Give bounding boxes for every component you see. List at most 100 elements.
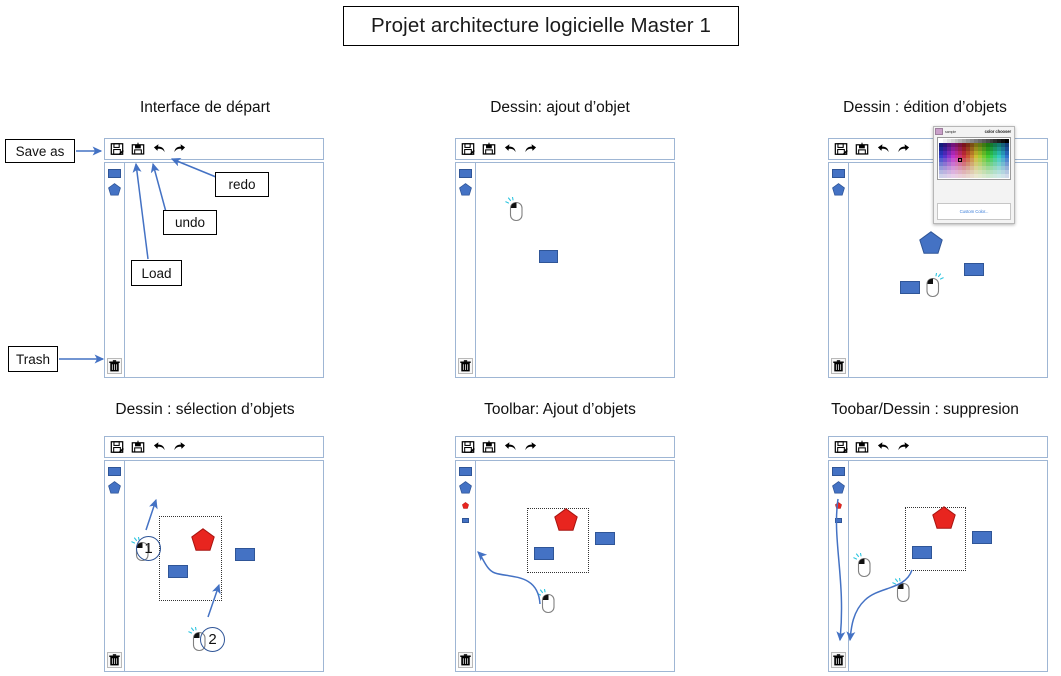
color-chooser-popup[interactable]: sample color chooser Custom Color... <box>933 126 1015 224</box>
trash-icon <box>109 654 120 666</box>
trash-icon <box>109 360 120 372</box>
load-icon[interactable] <box>481 439 497 455</box>
palette-pentagon-red-small[interactable] <box>462 502 469 509</box>
redo-icon[interactable] <box>172 439 188 455</box>
drawing-canvas[interactable] <box>848 460 1048 672</box>
canvas-rectangle[interactable] <box>964 263 984 276</box>
redo-icon[interactable] <box>896 141 912 157</box>
undo-icon[interactable] <box>151 141 167 157</box>
palette-rectangle[interactable] <box>459 467 472 476</box>
app-body <box>455 460 675 672</box>
callout-trash: Trash <box>8 346 58 372</box>
shape-toolbar[interactable] <box>455 460 475 672</box>
save-as-icon[interactable] <box>109 141 125 157</box>
canvas-rectangle[interactable] <box>235 548 255 561</box>
callout-redo: redo <box>215 172 269 197</box>
app-body <box>828 460 1048 672</box>
color-chooser-titlebar[interactable]: sample color chooser <box>934 127 1014 136</box>
palette-pentagon-red-small[interactable] <box>835 502 842 509</box>
trash-button[interactable] <box>458 652 473 668</box>
color-chooser-window-label: color chooser <box>984 129 1012 134</box>
drawing-canvas[interactable] <box>475 460 675 672</box>
canvas-pentagon-red[interactable] <box>191 528 215 551</box>
custom-color-button[interactable]: Custom Color... <box>937 203 1011 220</box>
palette-pentagon[interactable] <box>108 183 121 196</box>
shape-toolbar[interactable] <box>828 460 848 672</box>
palette-pentagon[interactable] <box>459 183 472 196</box>
step-marker-2: 2 <box>200 627 225 652</box>
top-toolbar <box>455 138 675 160</box>
load-icon[interactable] <box>481 141 497 157</box>
shape-toolbar[interactable] <box>104 460 124 672</box>
canvas-rectangle[interactable] <box>595 532 615 545</box>
palette-rectangle[interactable] <box>459 169 472 178</box>
palette-pentagon[interactable] <box>832 481 845 494</box>
trash-button[interactable] <box>831 358 846 374</box>
load-icon[interactable] <box>854 141 870 157</box>
page-title: Projet architecture logicielle Master 1 <box>343 6 739 46</box>
panel-title-edit-objects: Dessin : édition d’objets <box>843 99 1007 116</box>
redo-icon[interactable] <box>896 439 912 455</box>
custom-color-label: Custom Color... <box>959 209 989 214</box>
redo-icon[interactable] <box>172 141 188 157</box>
top-toolbar <box>104 138 324 160</box>
palette-rectangle-blue-small[interactable] <box>462 518 469 523</box>
trash-icon <box>833 654 844 666</box>
shape-toolbar[interactable] <box>455 162 475 378</box>
mouse-cursor-icon <box>926 273 944 298</box>
canvas-rectangle[interactable] <box>972 531 992 544</box>
canvas-rectangle[interactable] <box>168 565 188 578</box>
trash-button[interactable] <box>107 358 122 374</box>
undo-icon[interactable] <box>502 439 518 455</box>
canvas-rectangle[interactable] <box>900 281 920 294</box>
canvas-rectangle[interactable] <box>539 250 558 263</box>
top-toolbar <box>455 436 675 458</box>
app-body <box>455 162 675 378</box>
palette-pentagon[interactable] <box>832 183 845 196</box>
trash-button[interactable] <box>107 652 122 668</box>
page-title-text: Projet architecture logicielle Master 1 <box>370 14 712 37</box>
load-icon[interactable] <box>130 141 146 157</box>
step-marker-1-label: 1 <box>144 540 153 557</box>
shape-toolbar[interactable] <box>104 162 124 378</box>
redo-icon[interactable] <box>523 439 539 455</box>
undo-icon[interactable] <box>875 439 891 455</box>
shape-toolbar[interactable] <box>828 162 848 378</box>
palette-pentagon[interactable] <box>459 481 472 494</box>
load-icon[interactable] <box>130 439 146 455</box>
palette-pentagon[interactable] <box>108 481 121 494</box>
canvas-pentagon-red[interactable] <box>932 506 956 529</box>
undo-icon[interactable] <box>502 141 518 157</box>
save-as-icon[interactable] <box>460 439 476 455</box>
palette-rectangle[interactable] <box>108 169 121 178</box>
save-as-icon[interactable] <box>109 439 125 455</box>
undo-icon[interactable] <box>875 141 891 157</box>
canvas-pentagon[interactable] <box>919 231 943 254</box>
app-window-start <box>104 138 324 378</box>
callout-undo-label: undo <box>174 215 206 230</box>
color-swatch[interactable] <box>958 158 963 163</box>
palette-rectangle[interactable] <box>832 467 845 476</box>
palette-rectangle-blue-small[interactable] <box>835 518 842 523</box>
canvas-rectangle[interactable] <box>912 546 932 559</box>
drawing-canvas[interactable] <box>475 162 675 378</box>
palette-rectangle[interactable] <box>108 467 121 476</box>
canvas-pentagon-red[interactable] <box>554 508 578 531</box>
callout-save-as: Save as <box>5 139 75 163</box>
redo-icon[interactable] <box>523 141 539 157</box>
mouse-cursor-icon <box>537 589 555 614</box>
save-as-icon[interactable] <box>833 141 849 157</box>
load-icon[interactable] <box>854 439 870 455</box>
color-grid[interactable] <box>939 139 1010 178</box>
canvas-rectangle[interactable] <box>534 547 554 560</box>
undo-icon[interactable] <box>151 439 167 455</box>
save-as-icon[interactable] <box>460 141 476 157</box>
trash-button[interactable] <box>458 358 473 374</box>
color-swatch[interactable] <box>1005 174 1010 178</box>
save-as-icon[interactable] <box>833 439 849 455</box>
top-toolbar <box>104 436 324 458</box>
panel-title-add-object: Dessin: ajout d’objet <box>490 99 630 116</box>
palette-rectangle[interactable] <box>832 169 845 178</box>
trash-button[interactable] <box>831 652 846 668</box>
color-grid-wrap <box>937 137 1011 180</box>
